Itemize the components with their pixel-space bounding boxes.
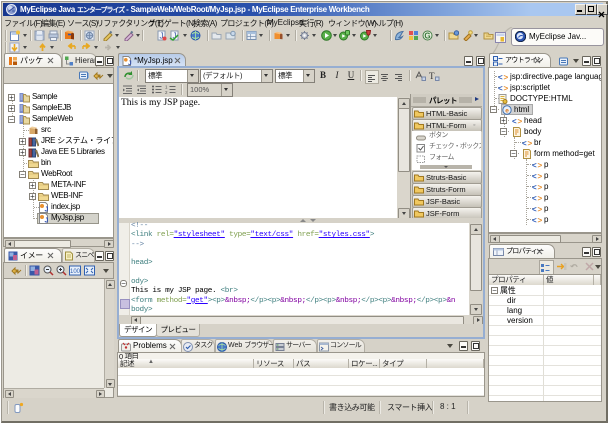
svg-text:<: < bbox=[532, 161, 537, 170]
svg-text:J: J bbox=[45, 218, 49, 225]
svg-text:1: 1 bbox=[165, 85, 168, 90]
svg-text:2: 2 bbox=[165, 90, 168, 95]
svg-text:>: > bbox=[538, 183, 543, 192]
svg-text:>: > bbox=[504, 73, 509, 82]
svg-text:>: > bbox=[504, 84, 509, 93]
svg-text:>: > bbox=[528, 139, 533, 148]
svg-text:<: < bbox=[532, 194, 537, 203]
svg-text:>: > bbox=[538, 205, 543, 214]
svg-text:T: T bbox=[429, 71, 435, 81]
svg-text:>: > bbox=[538, 216, 543, 225]
svg-text:>: > bbox=[518, 117, 523, 126]
svg-text:<: < bbox=[532, 216, 537, 225]
svg-text:>: > bbox=[538, 194, 543, 203]
svg-text:<: < bbox=[498, 73, 503, 82]
svg-text:>: > bbox=[538, 172, 543, 181]
svg-text:<: < bbox=[522, 139, 527, 148]
svg-text:e: e bbox=[505, 108, 509, 115]
svg-text:<: < bbox=[532, 172, 537, 181]
svg-text:<: < bbox=[532, 183, 537, 192]
svg-text:<: < bbox=[512, 117, 517, 126]
svg-text:<: < bbox=[532, 205, 537, 214]
svg-text:>: > bbox=[538, 161, 543, 170]
svg-text:G: G bbox=[424, 32, 430, 41]
svg-text:<: < bbox=[498, 84, 503, 93]
svg-text:100: 100 bbox=[70, 269, 81, 275]
